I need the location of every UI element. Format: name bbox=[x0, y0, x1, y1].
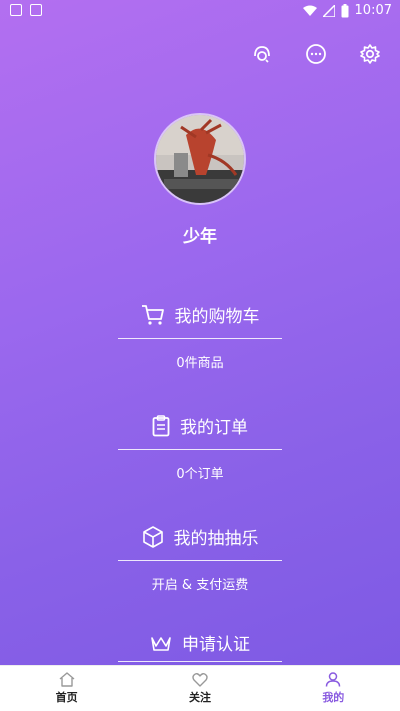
home-icon bbox=[59, 672, 75, 687]
certification-entry[interactable]: 申请认证 bbox=[0, 630, 400, 655]
clipboard-icon bbox=[152, 414, 170, 436]
top-actions bbox=[250, 42, 382, 66]
signal-icon bbox=[322, 4, 335, 17]
lottery-title: 我的抽抽乐 bbox=[173, 529, 259, 549]
wifi-icon bbox=[302, 5, 317, 16]
status-time: 10:07 bbox=[354, 3, 392, 18]
orders-count: 0个订单 bbox=[176, 467, 224, 482]
lottery-subtitle: 开启 & 支付运费 bbox=[151, 578, 249, 593]
settings-gear-icon[interactable] bbox=[358, 42, 382, 66]
notification-icon bbox=[10, 4, 22, 16]
nav-mine[interactable]: 我的 bbox=[267, 666, 400, 711]
crown-icon bbox=[151, 636, 171, 651]
notification-icon bbox=[30, 4, 42, 16]
orders-entry[interactable]: 我的订单 bbox=[0, 413, 400, 438]
username: 少年 bbox=[183, 227, 217, 247]
battery-icon bbox=[341, 3, 349, 17]
person-icon bbox=[326, 672, 341, 687]
cart-title: 我的购物车 bbox=[174, 307, 260, 327]
heart-icon bbox=[192, 673, 208, 687]
nav-follow[interactable]: 关注 bbox=[133, 666, 266, 711]
box-icon bbox=[142, 525, 163, 548]
orders-title: 我的订单 bbox=[180, 418, 248, 438]
certification-title: 申请认证 bbox=[182, 635, 250, 655]
bottom-nav: 首页 关注 我的 bbox=[0, 665, 400, 711]
message-icon[interactable] bbox=[304, 42, 328, 66]
lottery-entry[interactable]: 我的抽抽乐 bbox=[0, 524, 400, 549]
nav-mine-label: 我的 bbox=[322, 691, 345, 704]
cart-entry[interactable]: 我的购物车 bbox=[0, 302, 400, 327]
divider bbox=[118, 449, 282, 450]
headset-icon[interactable] bbox=[250, 42, 274, 66]
profile-screen: 10:07 少年 我的购物车 0件商品 我的订单 0个订单 我的抽抽乐 开启 &… bbox=[0, 0, 400, 665]
nav-follow-label: 关注 bbox=[188, 691, 211, 704]
nav-home[interactable]: 首页 bbox=[0, 666, 133, 711]
cart-icon bbox=[141, 304, 164, 325]
divider bbox=[118, 661, 282, 662]
avatar[interactable] bbox=[154, 113, 246, 205]
nav-home-label: 首页 bbox=[55, 691, 78, 704]
divider bbox=[118, 338, 282, 339]
status-bar: 10:07 bbox=[0, 0, 400, 24]
cart-count: 0件商品 bbox=[176, 356, 224, 371]
divider bbox=[118, 560, 282, 561]
